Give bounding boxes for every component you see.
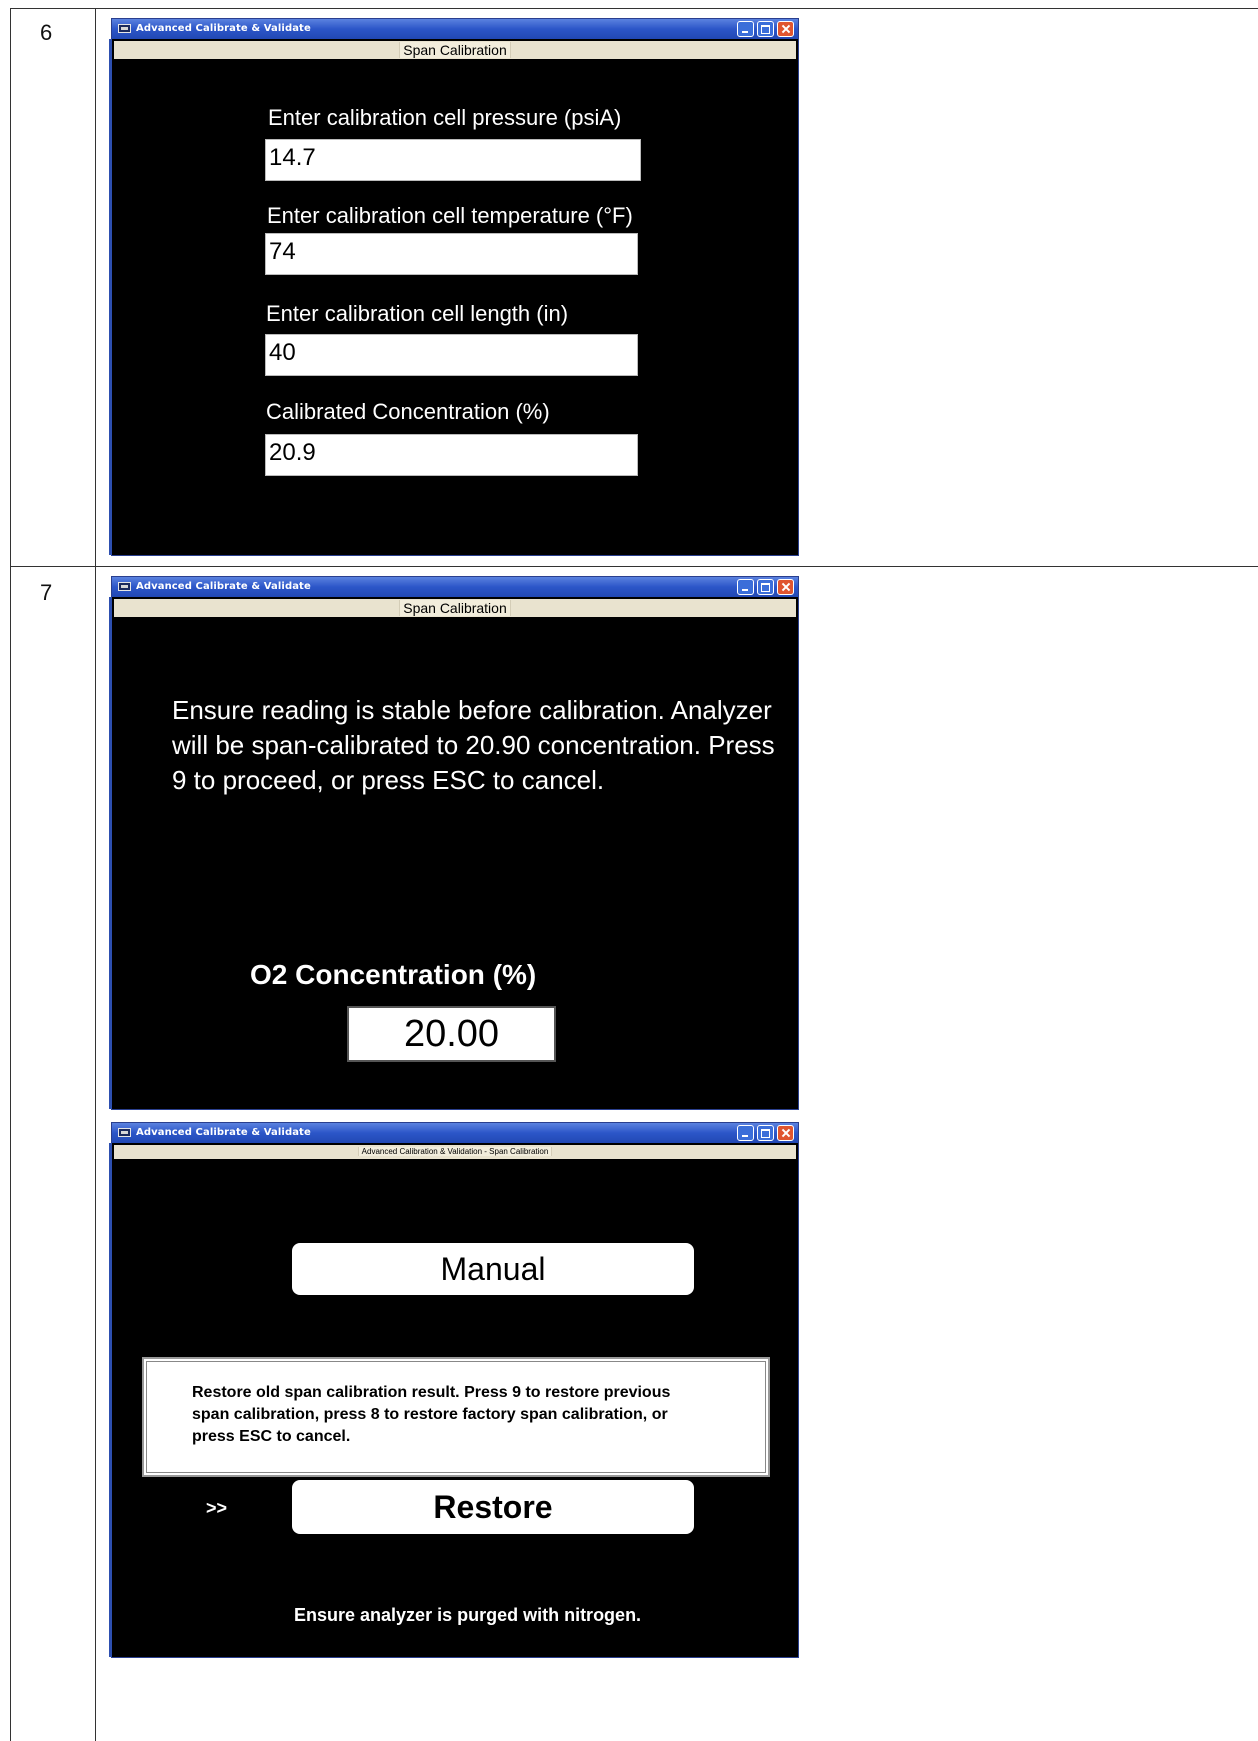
step-number: 7 (40, 580, 53, 605)
maximize-icon[interactable] (757, 579, 774, 595)
screen-title: Span Calibration (399, 600, 511, 616)
title-bar[interactable]: Advanced Calibrate & Validate (112, 577, 798, 597)
restore-button[interactable]: Restore (292, 1480, 694, 1534)
restore-dialog-text: Restore old span calibration result. Pre… (192, 1384, 671, 1445)
selection-arrow: >> (206, 1498, 228, 1518)
span-calibration-window-confirm: Advanced Calibrate & Validate Span Calib… (109, 576, 799, 1110)
minimize-icon[interactable] (737, 579, 754, 595)
title-bar[interactable]: Advanced Calibrate & Validate (112, 19, 798, 39)
span-calibration-window-restore: Advanced Calibrate & Validate Advanced C… (109, 1122, 799, 1658)
close-icon[interactable] (777, 1125, 794, 1141)
length-input[interactable]: 40 (265, 334, 638, 376)
o2-concentration-value: 20.00 (347, 1006, 556, 1062)
maximize-icon[interactable] (757, 21, 774, 37)
step-number: 6 (40, 20, 53, 45)
app-icon (118, 1128, 131, 1137)
temperature-input[interactable]: 74 (265, 233, 638, 275)
temperature-label: Enter calibration cell temperature (°F) (267, 203, 633, 228)
maximize-icon[interactable] (757, 1125, 774, 1141)
manual-button[interactable]: Manual (292, 1243, 694, 1295)
concentration-input[interactable]: 20.9 (265, 434, 638, 476)
concentration-label: Calibrated Concentration (%) (266, 399, 550, 424)
span-calibration-window-inputs: Advanced Calibrate & Validate Span Calib… (109, 18, 799, 556)
column-divider (95, 8, 96, 1741)
pressure-input[interactable]: 14.7 (265, 139, 641, 181)
instruction-message: Ensure reading is stable before calibrat… (172, 695, 775, 795)
pressure-label: Enter calibration cell pressure (psiA) (268, 105, 622, 130)
o2-concentration-label: O2 Concentration (%) (250, 959, 537, 990)
window-title: Advanced Calibrate & Validate (136, 1127, 311, 1138)
screen-title: Span Calibration (399, 42, 511, 58)
title-bar[interactable]: Advanced Calibrate & Validate (112, 1123, 798, 1143)
purge-notice: Ensure analyzer is purged with nitrogen. (294, 1605, 642, 1625)
close-icon[interactable] (777, 21, 794, 37)
restore-dialog: Restore old span calibration result. Pre… (142, 1357, 770, 1477)
close-icon[interactable] (777, 579, 794, 595)
minimize-icon[interactable] (737, 21, 754, 37)
length-label: Enter calibration cell length (in) (266, 301, 569, 326)
app-icon (118, 24, 131, 33)
minimize-icon[interactable] (737, 1125, 754, 1141)
menu-bar: Span Calibration (114, 599, 796, 617)
window-title: Advanced Calibrate & Validate (136, 23, 311, 34)
window-title: Advanced Calibrate & Validate (136, 581, 311, 592)
row-divider (10, 566, 1258, 567)
menu-bar: Span Calibration (114, 41, 796, 59)
screen-title: Advanced Calibration & Validation - Span… (357, 1147, 553, 1156)
menu-bar: Advanced Calibration & Validation - Span… (114, 1145, 796, 1159)
app-icon (118, 582, 131, 591)
